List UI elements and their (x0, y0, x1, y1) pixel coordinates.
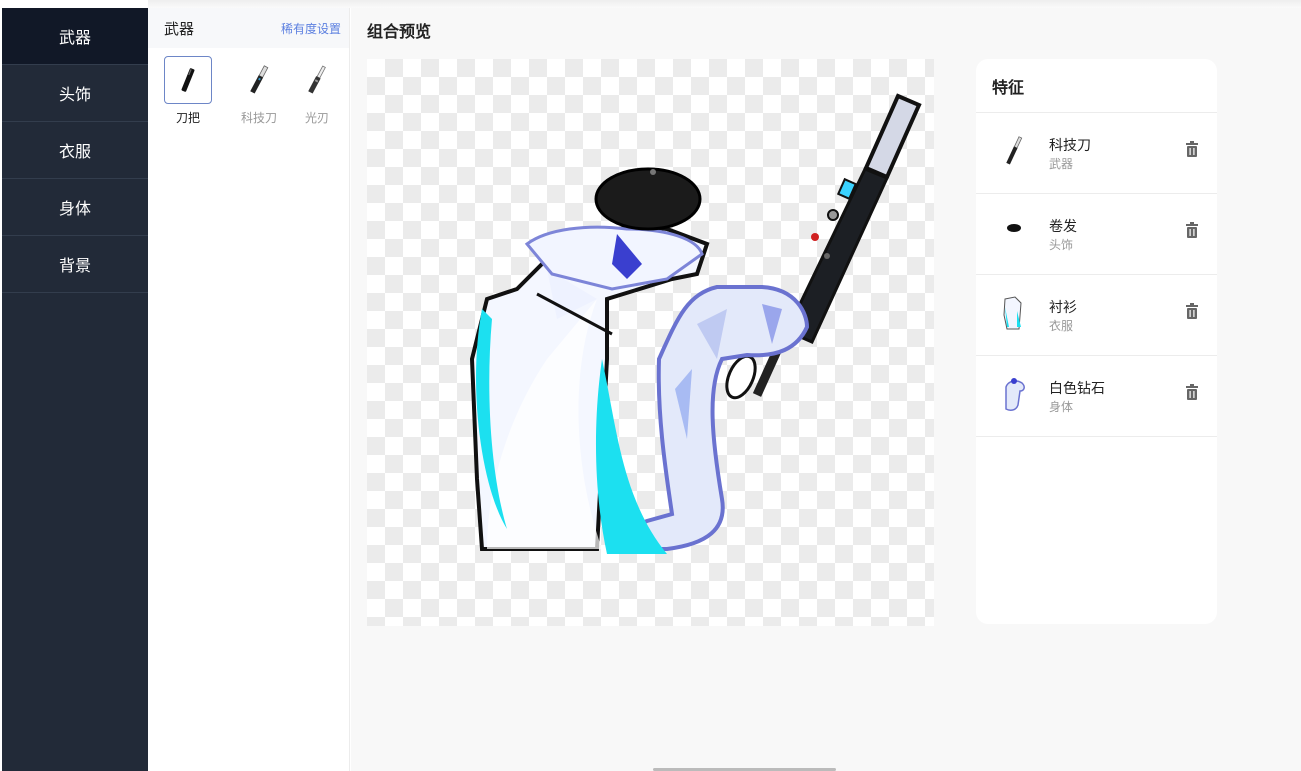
item-grid: 刀把 科技刀 光刃 (148, 48, 349, 148)
item-light-blade[interactable]: 光刃 (292, 56, 342, 126)
trash-icon[interactable] (1185, 384, 1199, 400)
knife-handle-icon (164, 56, 212, 104)
feature-category: 头饰 (1049, 238, 1074, 252)
shirt-icon (998, 293, 1030, 333)
feature-name: 卷发 (1049, 219, 1077, 235)
nav-item-body[interactable]: 身体 (2, 179, 148, 236)
item-panel: 武器 稀有度设置 刀把 科技刀 光刃 (148, 8, 350, 771)
top-shadow (148, 0, 1301, 8)
character-illustration (469, 93, 922, 554)
panel-title: 武器 (164, 19, 195, 38)
panel-header: 武器 稀有度设置 (148, 8, 349, 48)
collar-hat-art (524, 167, 704, 291)
features-panel: 特征 科技刀 武器 卷发 头饰 衬衫 衣服 白色钻石 身体 (976, 59, 1217, 624)
nav-item-clothes[interactable]: 衣服 (2, 122, 148, 179)
category-nav: 武器 头饰 衣服 身体 背景 (2, 8, 148, 771)
preview-title: 组合预览 (367, 22, 432, 41)
item-label: 光刃 (304, 111, 329, 125)
feature-row-white-diamond[interactable]: 白色钻石 身体 (976, 356, 1217, 437)
curly-hair-icon (998, 212, 1030, 252)
feature-row-shirt[interactable]: 衬衫 衣服 (976, 275, 1217, 356)
feature-category: 身体 (1049, 400, 1074, 414)
feature-name: 衬衫 (1049, 300, 1077, 316)
trash-icon[interactable] (1185, 222, 1199, 238)
trash-icon[interactable] (1185, 303, 1199, 319)
feature-category: 衣服 (1049, 319, 1074, 333)
feature-name: 白色钻石 (1049, 381, 1105, 397)
item-label: 科技刀 (240, 111, 277, 125)
light-blade-icon (293, 56, 341, 104)
trash-icon[interactable] (1185, 141, 1199, 157)
body-art (624, 285, 810, 551)
white-diamond-body-icon (998, 374, 1030, 414)
feature-name: 科技刀 (1049, 138, 1091, 154)
item-tech-knife[interactable]: 科技刀 (234, 56, 284, 126)
feature-category: 武器 (1049, 157, 1074, 171)
feature-row-curly-hair[interactable]: 卷发 头饰 (976, 194, 1217, 275)
feature-row-tech-knife[interactable]: 科技刀 武器 (976, 113, 1217, 194)
tech-knife-icon (998, 131, 1030, 171)
preview-canvas (367, 59, 934, 626)
item-label: 刀把 (175, 111, 200, 125)
nav-item-background[interactable]: 背景 (2, 236, 148, 293)
rarity-settings-link[interactable]: 稀有度设置 (281, 20, 341, 37)
app-root: 武器 头饰 衣服 身体 背景 武器 稀有度设置 刀把 科技刀 光刃 组合预览 特… (0, 0, 1301, 771)
tech-knife-icon (235, 56, 283, 104)
nav-item-headwear[interactable]: 头饰 (2, 65, 148, 122)
features-title: 特征 (976, 59, 1217, 113)
item-knife-handle[interactable]: 刀把 (163, 56, 213, 126)
preview-area: 组合预览 特征 科技刀 武器 卷发 头饰 衬衫 衣服 白色钻石 身体 (351, 8, 1301, 771)
nav-item-weapon[interactable]: 武器 (2, 8, 148, 65)
